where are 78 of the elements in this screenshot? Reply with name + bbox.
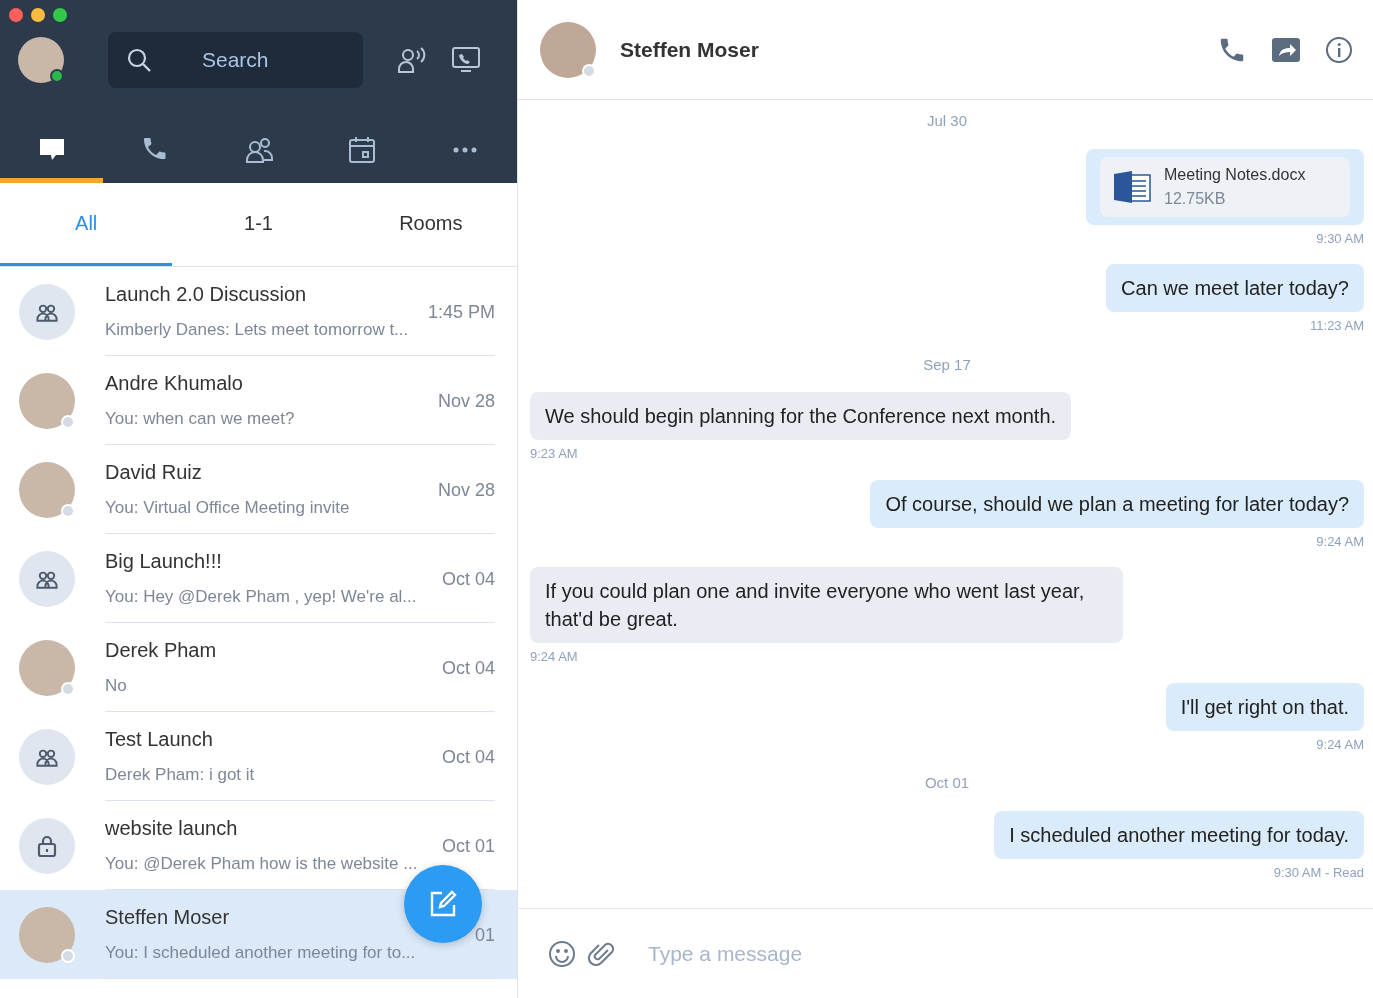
conversation-name: website launch (105, 816, 238, 842)
message-preview: Derek Pham: i got it (105, 764, 255, 787)
compose-icon (428, 889, 458, 919)
emoji-button[interactable] (548, 939, 576, 968)
chat-title: Steffen Moser (620, 36, 760, 63)
conversation-time: 01 (474, 924, 495, 947)
message-preview: Kimberly Danes: Lets meet tomorrow t... (105, 319, 409, 342)
conversation-name: Andre Khumalo (105, 371, 243, 397)
message-preview: You: I scheduled another meeting for to... (105, 942, 416, 965)
message-preview: You: @Derek Pham how is the website ... (105, 853, 418, 876)
conversation-name: Test Launch (105, 727, 213, 753)
conversation-name: Launch 2.0 Discussion (105, 282, 307, 308)
info-button[interactable] (1325, 35, 1353, 64)
lock-icon (35, 833, 59, 858)
maximize-window-button[interactable] (53, 8, 67, 22)
group-call-button[interactable] (397, 45, 427, 75)
conversation-time: Nov 28 (437, 390, 495, 413)
file-attachment[interactable]: Meeting Notes.docx 12.75KB (1100, 156, 1350, 217)
people-icon (243, 135, 274, 165)
conversation-name: David Ruiz (105, 460, 202, 486)
message-bubble: Can we meet later today? (1106, 264, 1364, 312)
message-bubble: I scheduled another meeting for today. (994, 810, 1364, 859)
conversation-name: Big Launch!!! (105, 549, 222, 575)
conversation-item[interactable]: Steffen Moser You: I scheduled another meeting for to... 01 (0, 890, 517, 979)
search-icon (126, 47, 152, 73)
conversation-time: Oct 04 (441, 568, 495, 591)
message-bubble: We should begin planning for the Conference next month. (530, 392, 1072, 440)
message-time: 9:30 AM - Read (1273, 863, 1364, 882)
message-preview: You: Virtual Office Meeting invite (105, 497, 350, 520)
conversation-time: Oct 01 (441, 835, 495, 858)
date-separator: Sep 17 (923, 354, 971, 375)
file-size: 12.75KB (1164, 188, 1227, 209)
conversation-time: Oct 04 (441, 746, 495, 769)
conversation-time: Nov 28 (437, 479, 495, 502)
message-bubble: Of course, should we plan a meeting for later today? (870, 479, 1364, 528)
message-time: 11:23 AM (1310, 317, 1364, 335)
paperclip-icon (588, 940, 614, 967)
calendar-icon (346, 135, 377, 165)
search-field[interactable]: Search (108, 32, 363, 88)
search-field[interactable]: Search (200, 43, 340, 77)
filter-tab[interactable]: Rooms (344, 183, 517, 266)
conversation-time: 1:45 PM (427, 301, 495, 324)
attach-button[interactable] (588, 940, 614, 967)
conversation-time: Oct 04 (441, 657, 495, 680)
message-time: 9:30 AM (1316, 229, 1364, 248)
share-button[interactable] (1271, 36, 1301, 63)
document-icon (1112, 170, 1152, 203)
conversation-item[interactable]: Test Launch Derek Pham: i got it Oct 04 (0, 712, 517, 801)
close-window-button[interactable] (9, 8, 23, 22)
conversation-name: Steffen Moser (105, 905, 230, 931)
conversation-item[interactable]: Launch 2.0 Discussion Kimberly Danes: Lets meet tomorrow t... 1:45 PM (0, 267, 517, 356)
screen-phone-icon (451, 46, 481, 74)
message-time: 9:24 AM (1316, 735, 1364, 754)
message-bubble: If you could plan one and invite everyone who went last year, that'd be great. (530, 567, 1123, 643)
date-separator: Oct 01 (924, 773, 970, 793)
conversation-item[interactable]: Andre Khumalo You: when can we meet? Nov 28 (0, 356, 517, 445)
message-preview: No (105, 675, 127, 698)
minimize-window-button[interactable] (31, 8, 45, 22)
message-time: 9:24 AM (530, 648, 578, 666)
conversation-name: Derek Pham (105, 638, 217, 664)
filter-tab[interactable]: 1-1 (172, 183, 345, 266)
date-separator: Jul 30 (927, 111, 967, 131)
more-icon (452, 147, 479, 153)
file-name: Meeting Notes.docx (1164, 164, 1306, 185)
conversation-item[interactable]: Derek Pham No Oct 04 (0, 623, 517, 712)
message-bubble: I'll get right on that. (1165, 682, 1364, 731)
share-icon (1271, 36, 1301, 63)
user-avatar[interactable] (18, 37, 64, 83)
message-preview: You: when can we meet? (105, 408, 295, 431)
conversation-item[interactable]: David Ruiz You: Virtual Office Meeting invite Nov 28 (0, 445, 517, 534)
people-icon (397, 45, 427, 75)
desk-phone-button[interactable] (451, 46, 481, 74)
conversation-item[interactable]: Big Launch!!! You: Hey @Derek Pham , yep! We're al... Oct 04 (0, 534, 517, 623)
info-icon (1325, 35, 1353, 64)
message-preview: You: Hey @Derek Pham , yep! We're al... (105, 586, 417, 609)
message-time: 9:23 AM (530, 445, 578, 463)
smiley-icon (548, 939, 576, 968)
message-time: 9:24 AM (1316, 532, 1364, 551)
